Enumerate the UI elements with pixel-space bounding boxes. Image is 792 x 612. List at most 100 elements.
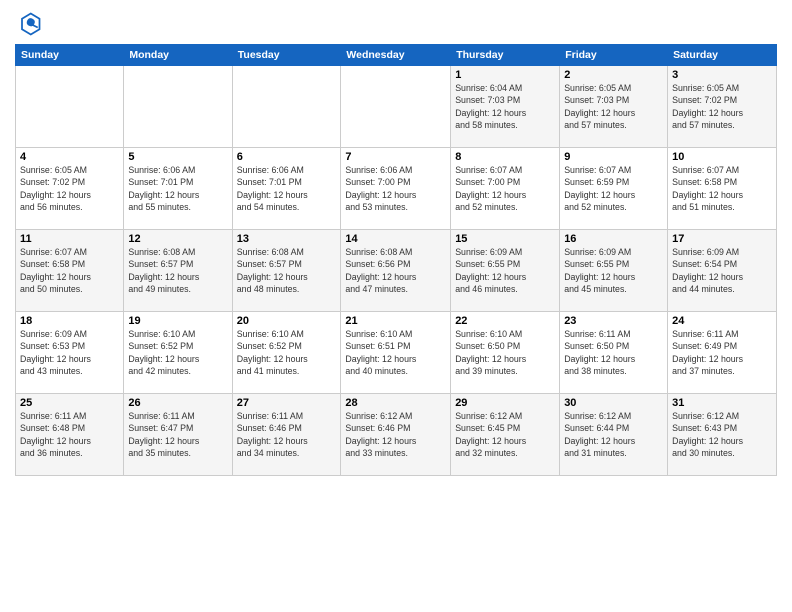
day-number: 17 (672, 233, 772, 245)
day-cell: 25Sunrise: 6:11 AMSunset: 6:48 PMDayligh… (16, 394, 124, 476)
day-cell: 31Sunrise: 6:12 AMSunset: 6:43 PMDayligh… (668, 394, 777, 476)
day-info: Sunrise: 6:09 AMSunset: 6:55 PMDaylight:… (564, 246, 663, 295)
day-info: Sunrise: 6:04 AMSunset: 7:03 PMDaylight:… (455, 82, 555, 131)
day-info: Sunrise: 6:07 AMSunset: 6:59 PMDaylight:… (564, 164, 663, 213)
day-info: Sunrise: 6:11 AMSunset: 6:48 PMDaylight:… (20, 410, 119, 459)
day-number: 6 (237, 151, 337, 163)
day-number: 21 (345, 315, 446, 327)
day-number: 23 (564, 315, 663, 327)
calendar-table: SundayMondayTuesdayWednesdayThursdayFrid… (15, 44, 777, 476)
day-cell: 7Sunrise: 6:06 AMSunset: 7:00 PMDaylight… (341, 148, 451, 230)
day-info: Sunrise: 6:10 AMSunset: 6:52 PMDaylight:… (128, 328, 227, 377)
day-number: 3 (672, 69, 772, 81)
day-info: Sunrise: 6:11 AMSunset: 6:49 PMDaylight:… (672, 328, 772, 377)
day-number: 7 (345, 151, 446, 163)
week-row-4: 25Sunrise: 6:11 AMSunset: 6:48 PMDayligh… (16, 394, 777, 476)
day-number: 18 (20, 315, 119, 327)
day-number: 5 (128, 151, 227, 163)
day-info: Sunrise: 6:12 AMSunset: 6:45 PMDaylight:… (455, 410, 555, 459)
header-day-tuesday: Tuesday (232, 45, 341, 66)
page-container: SundayMondayTuesdayWednesdayThursdayFrid… (0, 0, 792, 484)
header-day-saturday: Saturday (668, 45, 777, 66)
day-number: 27 (237, 397, 337, 409)
day-info: Sunrise: 6:12 AMSunset: 6:43 PMDaylight:… (672, 410, 772, 459)
day-number: 24 (672, 315, 772, 327)
header-day-monday: Monday (124, 45, 232, 66)
day-info: Sunrise: 6:11 AMSunset: 6:50 PMDaylight:… (564, 328, 663, 377)
day-number: 4 (20, 151, 119, 163)
day-number: 19 (128, 315, 227, 327)
day-cell: 29Sunrise: 6:12 AMSunset: 6:45 PMDayligh… (451, 394, 560, 476)
day-info: Sunrise: 6:12 AMSunset: 6:44 PMDaylight:… (564, 410, 663, 459)
header-day-friday: Friday (560, 45, 668, 66)
day-number: 15 (455, 233, 555, 245)
day-cell: 24Sunrise: 6:11 AMSunset: 6:49 PMDayligh… (668, 312, 777, 394)
day-info: Sunrise: 6:05 AMSunset: 7:03 PMDaylight:… (564, 82, 663, 131)
logo (15, 10, 47, 38)
day-cell: 9Sunrise: 6:07 AMSunset: 6:59 PMDaylight… (560, 148, 668, 230)
day-cell: 16Sunrise: 6:09 AMSunset: 6:55 PMDayligh… (560, 230, 668, 312)
day-info: Sunrise: 6:11 AMSunset: 6:46 PMDaylight:… (237, 410, 337, 459)
day-cell: 1Sunrise: 6:04 AMSunset: 7:03 PMDaylight… (451, 66, 560, 148)
day-cell: 14Sunrise: 6:08 AMSunset: 6:56 PMDayligh… (341, 230, 451, 312)
day-info: Sunrise: 6:10 AMSunset: 6:51 PMDaylight:… (345, 328, 446, 377)
day-info: Sunrise: 6:09 AMSunset: 6:55 PMDaylight:… (455, 246, 555, 295)
header-day-thursday: Thursday (451, 45, 560, 66)
day-info: Sunrise: 6:08 AMSunset: 6:57 PMDaylight:… (128, 246, 227, 295)
day-number: 20 (237, 315, 337, 327)
day-cell: 27Sunrise: 6:11 AMSunset: 6:46 PMDayligh… (232, 394, 341, 476)
day-cell: 2Sunrise: 6:05 AMSunset: 7:03 PMDaylight… (560, 66, 668, 148)
day-cell: 17Sunrise: 6:09 AMSunset: 6:54 PMDayligh… (668, 230, 777, 312)
day-number: 14 (345, 233, 446, 245)
day-number: 30 (564, 397, 663, 409)
day-number: 22 (455, 315, 555, 327)
day-cell: 3Sunrise: 6:05 AMSunset: 7:02 PMDaylight… (668, 66, 777, 148)
day-number: 2 (564, 69, 663, 81)
day-cell: 13Sunrise: 6:08 AMSunset: 6:57 PMDayligh… (232, 230, 341, 312)
day-info: Sunrise: 6:06 AMSunset: 7:01 PMDaylight:… (237, 164, 337, 213)
day-number: 10 (672, 151, 772, 163)
day-info: Sunrise: 6:09 AMSunset: 6:53 PMDaylight:… (20, 328, 119, 377)
day-number: 13 (237, 233, 337, 245)
day-info: Sunrise: 6:12 AMSunset: 6:46 PMDaylight:… (345, 410, 446, 459)
day-number: 28 (345, 397, 446, 409)
day-info: Sunrise: 6:07 AMSunset: 7:00 PMDaylight:… (455, 164, 555, 213)
day-cell: 18Sunrise: 6:09 AMSunset: 6:53 PMDayligh… (16, 312, 124, 394)
day-info: Sunrise: 6:08 AMSunset: 6:56 PMDaylight:… (345, 246, 446, 295)
day-info: Sunrise: 6:09 AMSunset: 6:54 PMDaylight:… (672, 246, 772, 295)
day-info: Sunrise: 6:05 AMSunset: 7:02 PMDaylight:… (672, 82, 772, 131)
day-number: 8 (455, 151, 555, 163)
day-cell: 8Sunrise: 6:07 AMSunset: 7:00 PMDaylight… (451, 148, 560, 230)
day-info: Sunrise: 6:11 AMSunset: 6:47 PMDaylight:… (128, 410, 227, 459)
day-cell: 21Sunrise: 6:10 AMSunset: 6:51 PMDayligh… (341, 312, 451, 394)
logo-icon (15, 10, 43, 38)
day-cell (16, 66, 124, 148)
day-cell: 10Sunrise: 6:07 AMSunset: 6:58 PMDayligh… (668, 148, 777, 230)
day-number: 16 (564, 233, 663, 245)
day-cell (124, 66, 232, 148)
day-cell (341, 66, 451, 148)
day-cell: 4Sunrise: 6:05 AMSunset: 7:02 PMDaylight… (16, 148, 124, 230)
header (15, 10, 777, 38)
day-info: Sunrise: 6:07 AMSunset: 6:58 PMDaylight:… (672, 164, 772, 213)
week-row-3: 18Sunrise: 6:09 AMSunset: 6:53 PMDayligh… (16, 312, 777, 394)
day-number: 31 (672, 397, 772, 409)
day-cell (232, 66, 341, 148)
week-row-1: 4Sunrise: 6:05 AMSunset: 7:02 PMDaylight… (16, 148, 777, 230)
calendar-header: SundayMondayTuesdayWednesdayThursdayFrid… (16, 45, 777, 66)
day-cell: 30Sunrise: 6:12 AMSunset: 6:44 PMDayligh… (560, 394, 668, 476)
day-number: 11 (20, 233, 119, 245)
week-row-0: 1Sunrise: 6:04 AMSunset: 7:03 PMDaylight… (16, 66, 777, 148)
day-info: Sunrise: 6:05 AMSunset: 7:02 PMDaylight:… (20, 164, 119, 213)
day-cell: 22Sunrise: 6:10 AMSunset: 6:50 PMDayligh… (451, 312, 560, 394)
day-cell: 15Sunrise: 6:09 AMSunset: 6:55 PMDayligh… (451, 230, 560, 312)
day-number: 1 (455, 69, 555, 81)
day-cell: 23Sunrise: 6:11 AMSunset: 6:50 PMDayligh… (560, 312, 668, 394)
day-cell: 28Sunrise: 6:12 AMSunset: 6:46 PMDayligh… (341, 394, 451, 476)
day-number: 12 (128, 233, 227, 245)
day-number: 26 (128, 397, 227, 409)
day-number: 25 (20, 397, 119, 409)
header-day-wednesday: Wednesday (341, 45, 451, 66)
day-number: 9 (564, 151, 663, 163)
day-cell: 6Sunrise: 6:06 AMSunset: 7:01 PMDaylight… (232, 148, 341, 230)
